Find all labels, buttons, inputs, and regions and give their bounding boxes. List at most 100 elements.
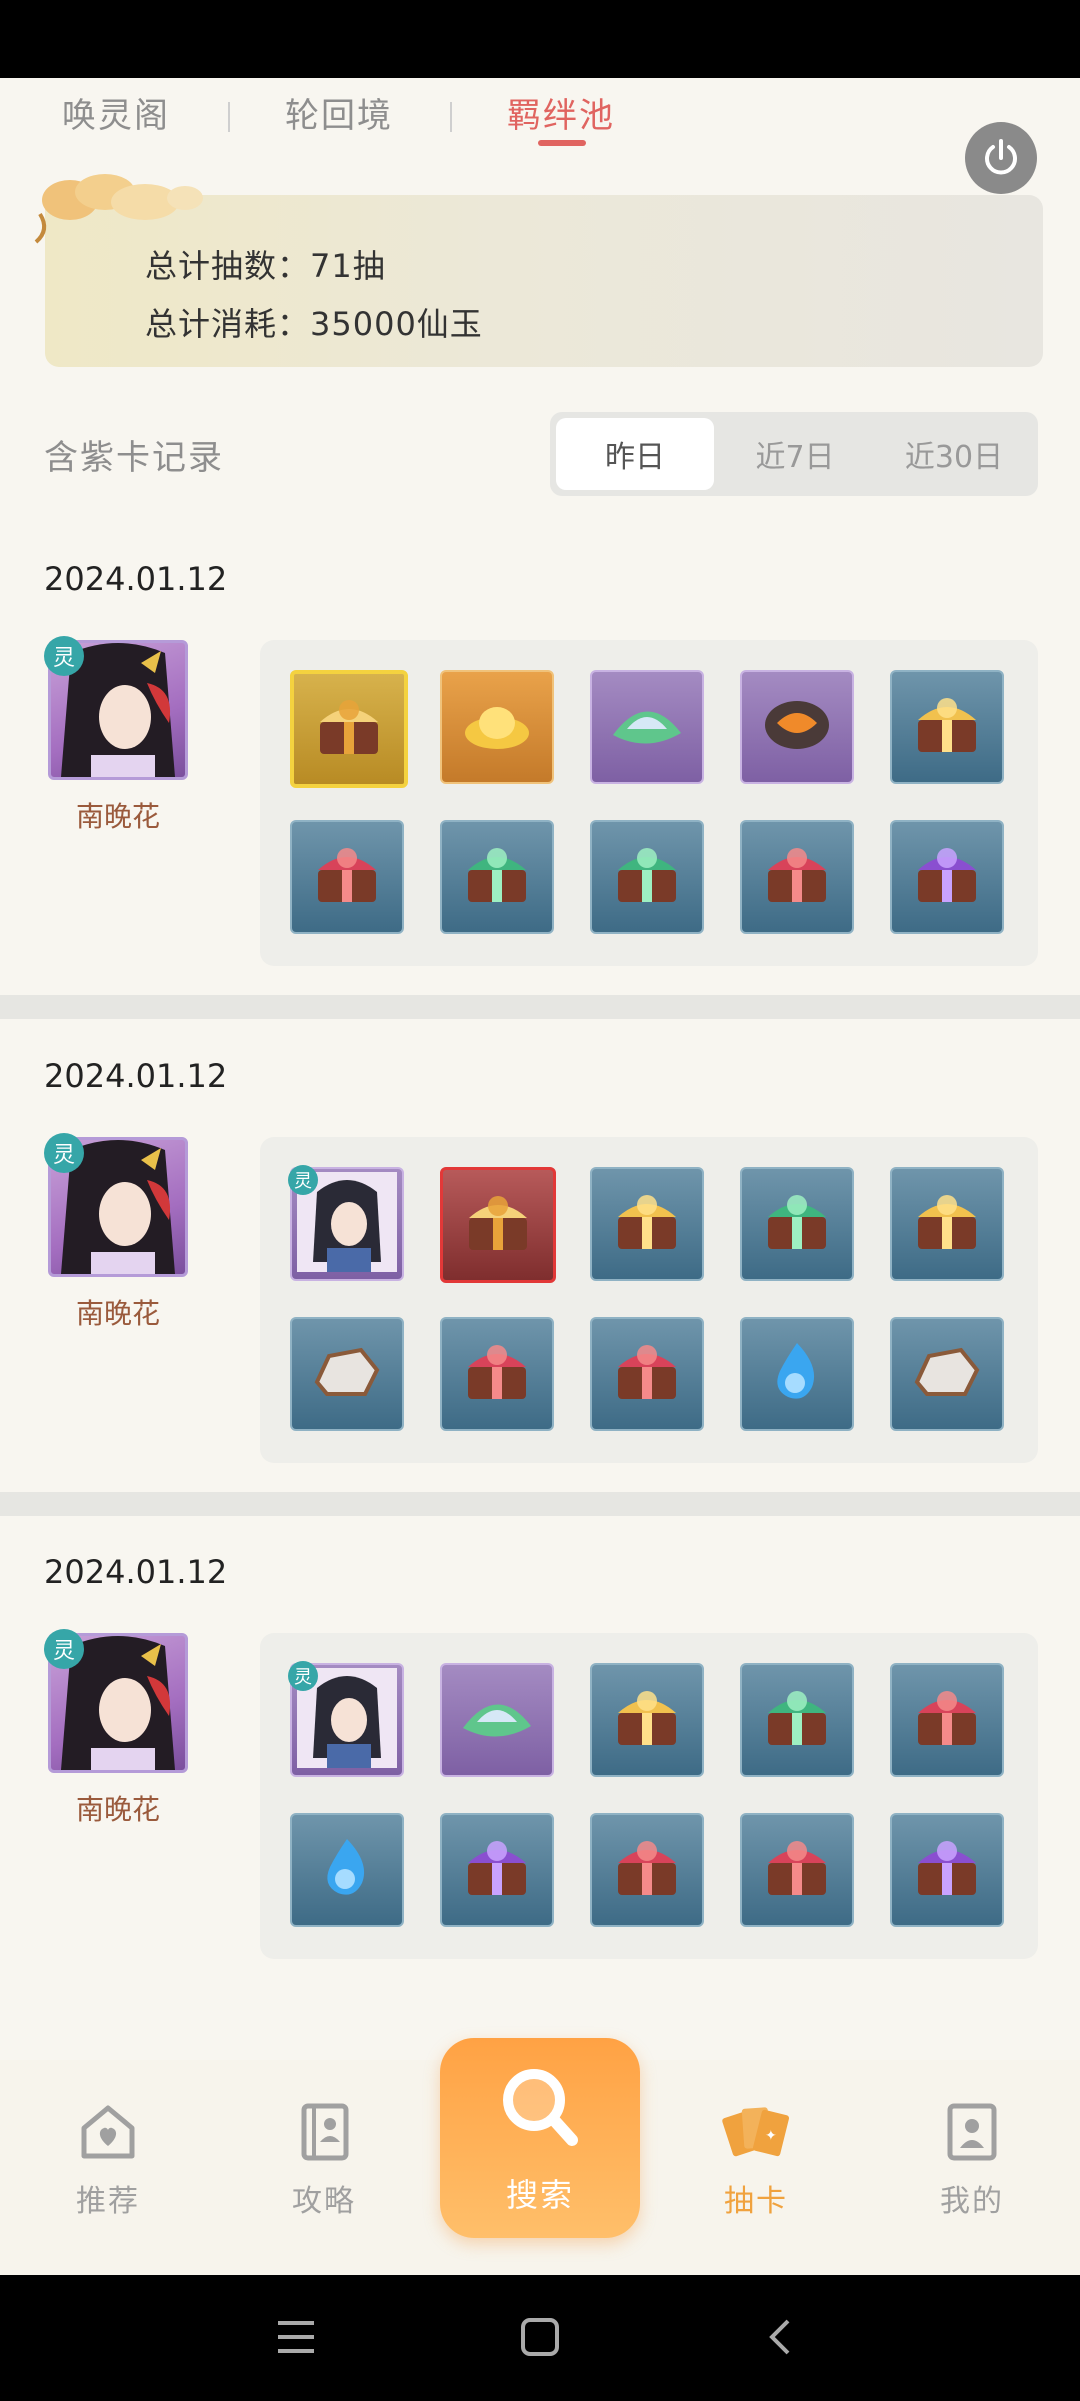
draw-item[interactable] <box>740 1317 854 1431</box>
draw-item[interactable] <box>440 670 554 784</box>
nav-draw-label: 抽卡 <box>724 2184 788 2219</box>
search-icon <box>503 2069 578 2146</box>
orange-stone-icon <box>759 693 835 761</box>
filter-30days[interactable]: 近30日 <box>876 418 1032 490</box>
tab-huanling[interactable]: 唤灵阁 <box>62 88 170 137</box>
nav-guide[interactable]: 攻略 <box>244 2100 404 2220</box>
gold-ingot-icon <box>459 695 535 759</box>
spirit-badge: 灵 <box>44 1629 84 1669</box>
character-avatar[interactable]: 灵 <box>44 1629 188 1773</box>
draw-item[interactable] <box>440 1167 556 1283</box>
jade-leaf-icon <box>457 1688 537 1752</box>
power-button[interactable] <box>965 122 1037 194</box>
nav-mine[interactable]: 我的 <box>892 2100 1052 2220</box>
profile-icon <box>947 2103 997 2161</box>
spirit-badge: 灵 <box>44 1133 84 1173</box>
draw-item[interactable] <box>740 1813 854 1927</box>
draw-item[interactable] <box>590 1167 704 1281</box>
blue-flame-icon <box>312 1833 382 1907</box>
red-chest-icon <box>608 1337 686 1411</box>
records-title: 含紫卡记录 <box>44 438 224 478</box>
draw-item[interactable] <box>890 1167 1004 1281</box>
filter-7days[interactable]: 近7日 <box>720 418 870 490</box>
section-date: 2024.01.12 <box>44 560 228 598</box>
draw-item[interactable] <box>890 1813 1004 1927</box>
section-date: 2024.01.12 <box>44 1553 228 1591</box>
character-name: 南晚花 <box>75 1793 160 1826</box>
character-name: 南晚花 <box>75 1297 160 1330</box>
draw-item[interactable] <box>290 1317 404 1431</box>
nav-draw[interactable]: ✦ 抽卡 <box>676 2100 836 2220</box>
system-navigation-bar <box>0 2275 1080 2401</box>
nav-guide-label: 攻略 <box>292 2184 356 2219</box>
draw-item[interactable] <box>890 1317 1004 1431</box>
nav-search-label: 搜索 <box>505 2176 574 2214</box>
green-chest-icon <box>758 1187 836 1261</box>
ore-stone-icon <box>909 1342 985 1406</box>
draw-item[interactable] <box>590 1317 704 1431</box>
top-tabs: 唤灵阁 轮回境 羁绊池 <box>0 78 1080 158</box>
golden-chest-icon <box>310 692 388 766</box>
draw-item[interactable] <box>590 1813 704 1927</box>
draw-item[interactable]: 灵 <box>288 1165 404 1281</box>
gold-chest-icon <box>608 1683 686 1757</box>
spirit-badge: 灵 <box>288 1661 318 1691</box>
gold-chest-icon <box>908 690 986 764</box>
menu-icon[interactable] <box>276 2319 316 2355</box>
spirit-badge: 灵 <box>44 636 84 676</box>
draw-item[interactable] <box>890 670 1004 784</box>
purple-chest-icon <box>908 1833 986 1907</box>
draw-item[interactable] <box>590 1663 704 1777</box>
section-date: 2024.01.12 <box>44 1057 228 1095</box>
ore-stone-icon <box>309 1342 385 1406</box>
svg-text:✦: ✦ <box>765 2128 777 2144</box>
draw-item[interactable] <box>590 820 704 934</box>
tab-jiban[interactable]: 羁绊池 <box>507 88 615 137</box>
status-bar <box>0 0 1080 78</box>
draw-item[interactable] <box>740 820 854 934</box>
draw-items-panel <box>260 640 1038 966</box>
draw-item[interactable] <box>890 820 1004 934</box>
character-avatar[interactable]: 灵 <box>44 636 188 780</box>
red-chest-icon <box>758 840 836 914</box>
draw-items-panel: 灵 <box>260 1137 1038 1463</box>
red-chest-icon <box>308 840 386 914</box>
filter-yesterday[interactable]: 昨日 <box>556 418 714 490</box>
section-divider <box>0 995 1080 1019</box>
draw-item[interactable] <box>290 1813 404 1927</box>
tab-separator <box>228 102 230 132</box>
home-icon[interactable] <box>520 2317 560 2357</box>
tab-lunhui[interactable]: 轮回境 <box>285 88 393 137</box>
draw-item[interactable] <box>290 670 408 788</box>
draw-item[interactable] <box>440 1663 554 1777</box>
draw-item[interactable] <box>590 670 704 784</box>
cloud-decoration-icon <box>34 174 203 244</box>
red-chest-icon <box>908 1683 986 1757</box>
character-avatar[interactable]: 灵 <box>44 1133 188 1277</box>
draw-item[interactable] <box>740 1167 854 1281</box>
golden-chest-icon <box>459 1188 537 1262</box>
draw-item[interactable] <box>890 1663 1004 1777</box>
gold-chest-icon <box>908 1187 986 1261</box>
draw-item[interactable] <box>440 1317 554 1431</box>
total-cost: 总计消耗：35000仙玉 <box>145 305 483 343</box>
back-icon[interactable] <box>764 2317 794 2357</box>
nav-recommend[interactable]: 推荐 <box>28 2100 188 2220</box>
draw-item[interactable]: 灵 <box>288 1661 404 1777</box>
nav-recommend-label: 推荐 <box>76 2184 140 2219</box>
cards-icon: ✦ <box>722 2107 790 2157</box>
time-filter: 昨日 近7日 近30日 <box>550 412 1038 496</box>
draw-item[interactable] <box>290 820 404 934</box>
red-chest-icon <box>758 1833 836 1907</box>
draw-items-panel: 灵 <box>260 1633 1038 1959</box>
draw-item[interactable] <box>740 670 854 784</box>
blue-flame-icon <box>762 1337 832 1411</box>
search-button[interactable]: 搜索 <box>440 2038 640 2238</box>
green-chest-icon <box>458 840 536 914</box>
draw-item[interactable] <box>440 820 554 934</box>
red-chest-icon <box>458 1337 536 1411</box>
spirit-badge: 灵 <box>288 1165 318 1195</box>
book-icon <box>301 2103 349 2161</box>
draw-item[interactable] <box>740 1663 854 1777</box>
draw-item[interactable] <box>440 1813 554 1927</box>
